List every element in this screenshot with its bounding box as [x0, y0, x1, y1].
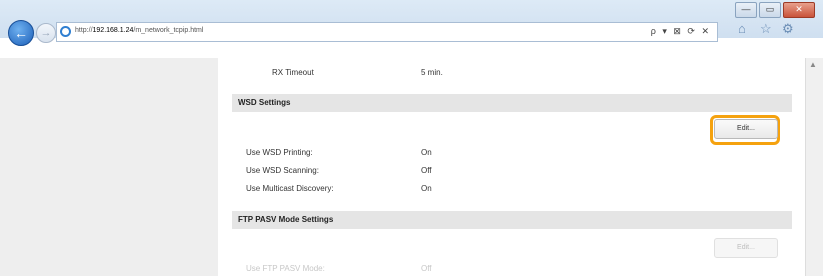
rx-timeout-label: RX Timeout: [272, 68, 314, 77]
address-bar[interactable]: http://192.168.1.24/m_network_tcpip.html…: [56, 22, 718, 42]
home-icon[interactable]: ⌂: [738, 21, 746, 36]
wsd-settings-header: WSD Settings: [232, 94, 792, 112]
page-content: ▲ RX Timeout 5 min. WSD Settings Edit...…: [0, 58, 823, 276]
close-button[interactable]: ✕: [783, 2, 815, 18]
settings-gear-icon[interactable]: ⚙: [782, 21, 794, 37]
back-arrow-icon[interactable]: ←: [8, 20, 34, 46]
favorites-star-icon[interactable]: ☆: [760, 21, 772, 37]
ie-logo-icon: [60, 26, 71, 37]
wsd-scanning-label: Use WSD Scanning:: [246, 166, 319, 175]
left-navigation-pane: [0, 58, 218, 276]
browser-window: — ▭ ✕ ← → http://192.168.1.24/m_network_…: [0, 0, 823, 276]
ftp-pasv-label: Use FTP PASV Mode:: [246, 264, 325, 273]
address-tools-icons[interactable]: ρ ▾ ⊠ ⟳ ✕: [651, 26, 711, 37]
ftp-pasv-header: FTP PASV Mode Settings: [232, 211, 792, 229]
ftp-pasv-value: Off: [421, 264, 432, 273]
wsd-scanning-value: Off: [421, 166, 432, 175]
forward-arrow-icon[interactable]: →: [36, 23, 56, 43]
scroll-up-icon[interactable]: ▲: [809, 60, 819, 70]
url-text: http://192.168.1.24/m_network_tcpip.html: [75, 27, 204, 34]
minimize-button[interactable]: —: [735, 2, 757, 18]
maximize-button[interactable]: ▭: [759, 2, 781, 18]
window-controls: — ▭ ✕: [735, 2, 815, 18]
ftp-edit-button[interactable]: Edit...: [714, 238, 778, 258]
multicast-discovery-label: Use Multicast Discovery:: [246, 184, 334, 193]
rx-timeout-value: 5 min.: [421, 68, 443, 77]
wsd-edit-button[interactable]: Edit...: [714, 119, 778, 139]
settings-panel: RX Timeout 5 min. WSD Settings Edit... U…: [232, 58, 792, 276]
vertical-scrollbar[interactable]: ▲: [805, 58, 823, 276]
nav-buttons: ← →: [8, 20, 56, 46]
wsd-printing-label: Use WSD Printing:: [246, 148, 313, 157]
wsd-printing-value: On: [421, 148, 432, 157]
multicast-discovery-value: On: [421, 184, 432, 193]
